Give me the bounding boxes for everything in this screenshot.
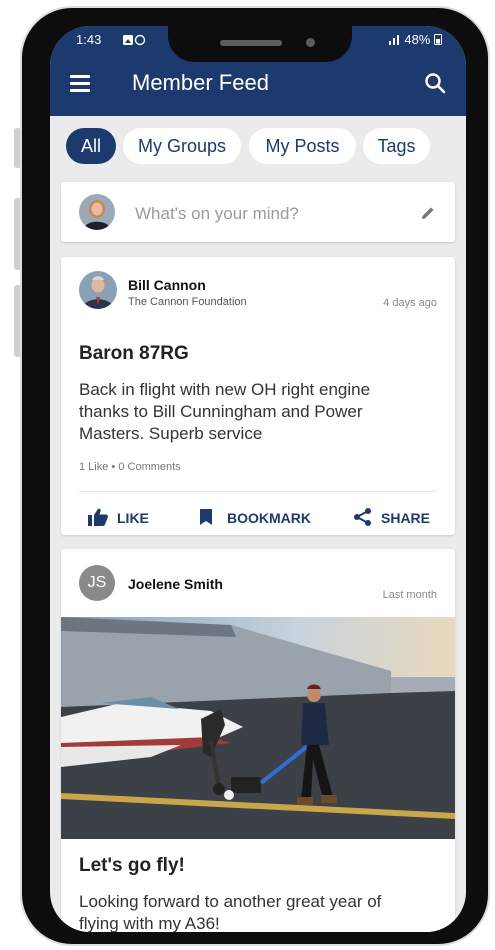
camera-notch	[168, 26, 352, 62]
tab-all[interactable]: All	[66, 128, 116, 164]
user-avatar	[79, 194, 115, 230]
post-stats[interactable]: 1 Like • 0 Comments	[79, 461, 181, 473]
author-avatar	[79, 271, 117, 309]
tab-my-groups[interactable]: My Groups	[123, 128, 241, 164]
battery-icon	[434, 34, 442, 45]
search-icon[interactable]	[422, 70, 448, 96]
battery-status: 48%	[388, 32, 442, 47]
bookmark-icon	[200, 509, 212, 525]
post-body: Back in flight with new OH right engine …	[79, 380, 371, 443]
comment-count: 0 Comments	[118, 461, 181, 473]
app-bar: 1:43 48% Member Feed	[50, 26, 466, 116]
tab-tags[interactable]: Tags	[363, 128, 430, 164]
post-title: Let's go fly!	[79, 855, 185, 876]
divider	[79, 491, 437, 492]
battery-percent: 48%	[404, 32, 431, 47]
page-title: Member Feed	[132, 70, 269, 95]
post-author[interactable]: Joelene Smith	[128, 576, 223, 592]
share-label: SHARE	[381, 510, 431, 526]
front-camera	[306, 38, 315, 47]
post-author[interactable]: Bill Cannon	[128, 277, 206, 293]
post-timestamp: 4 days ago	[383, 297, 437, 309]
post-card: Bill Cannon The Cannon Foundation 4 days…	[61, 257, 455, 535]
post-card: JS Joelene Smith Last month Let's go fly…	[61, 549, 455, 932]
notification-icons	[123, 34, 146, 46]
post-title: Baron 87RG	[79, 343, 189, 364]
signal-icon	[389, 35, 400, 45]
edit-pencil-icon[interactable]	[419, 204, 437, 222]
post-timestamp: Last month	[382, 589, 437, 601]
tab-my-posts[interactable]: My Posts	[249, 128, 356, 164]
status-time: 1:43	[76, 32, 102, 47]
post-body: Looking forward to another great year of…	[79, 892, 382, 932]
bookmark-button[interactable]: BOOKMARK	[197, 507, 317, 527]
hamburger-menu-icon[interactable]	[70, 75, 92, 93]
like-count: 1 Like	[79, 461, 109, 473]
like-button[interactable]: LIKE	[87, 507, 157, 527]
post-photo[interactable]	[61, 617, 455, 839]
post-composer[interactable]: What's on your mind?	[61, 182, 455, 242]
composer-placeholder: What's on your mind?	[135, 204, 299, 223]
share-button[interactable]: SHARE	[353, 507, 443, 527]
share-icon	[354, 508, 371, 526]
author-avatar: JS	[79, 565, 115, 601]
speaker-grille	[220, 40, 282, 46]
like-label: LIKE	[117, 510, 149, 526]
thumbs-up-icon	[88, 508, 108, 526]
author-organization: The Cannon Foundation	[128, 296, 247, 308]
bookmark-label: BOOKMARK	[227, 510, 311, 526]
screen: 1:43 48% Member Feed All My Groups My Po…	[50, 26, 466, 932]
